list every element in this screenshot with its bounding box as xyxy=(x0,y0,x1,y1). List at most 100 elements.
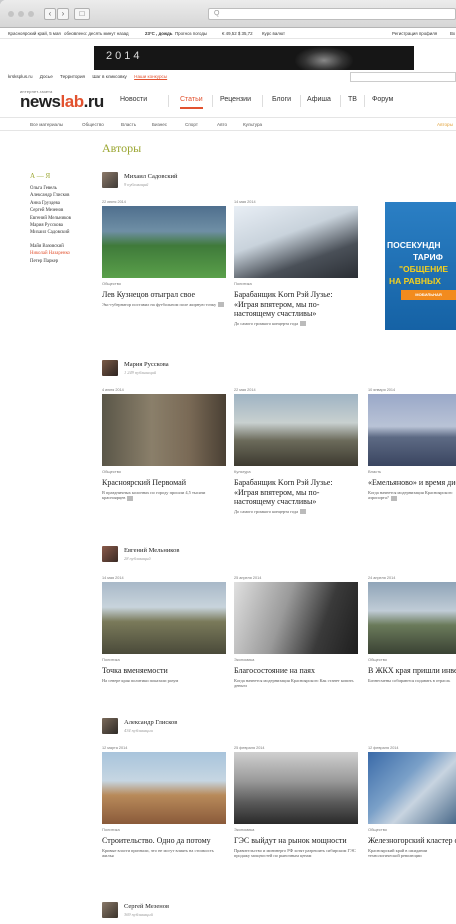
subnav-authors[interactable]: Авторы xyxy=(437,122,453,127)
author-name[interactable]: Сергей Мезенов xyxy=(124,903,169,910)
toplink[interactable]: krsksplus.ru xyxy=(8,74,33,79)
avatar[interactable] xyxy=(102,546,118,562)
comment-icon[interactable] xyxy=(300,320,307,326)
close-window-icon[interactable] xyxy=(8,11,14,17)
article-card[interactable]: 10 января 2014 Власть «Емельяново» и вре… xyxy=(368,388,456,501)
article-card[interactable]: 12 марта 2014 Политика Строительство. Од… xyxy=(102,746,226,859)
avatar[interactable] xyxy=(102,902,118,918)
article-image[interactable] xyxy=(234,582,358,654)
article-category[interactable]: Общество xyxy=(102,281,226,286)
article-title[interactable]: Железногорский кластер обретает конкретн… xyxy=(368,836,456,846)
sidebar-author-link[interactable]: Майя Вазовский xyxy=(30,243,71,250)
article-category[interactable]: Власть xyxy=(368,469,456,474)
sidebar-author-link[interactable]: Петер Паркер xyxy=(30,258,71,265)
sidebar-author-link-active[interactable]: Николай Назаренко xyxy=(30,250,71,257)
author-name[interactable]: Мария Русскова xyxy=(124,361,169,368)
nav-news[interactable]: Новости xyxy=(120,96,147,103)
register-link[interactable]: Регистрация профиля xyxy=(392,29,437,38)
article-card[interactable]: 12 февраля 2014 Общество Железногорский … xyxy=(368,746,456,859)
article-image[interactable] xyxy=(234,206,358,278)
article-card[interactable]: 14 мая 2014 Политика Точка вменяемости Н… xyxy=(102,576,226,683)
article-image[interactable] xyxy=(102,752,226,824)
sidebar-author-link[interactable]: Сергей Мезенов xyxy=(30,207,71,214)
top-banner[interactable]: 2014 xyxy=(94,46,414,70)
nav-blogs[interactable]: Блоги xyxy=(272,96,291,103)
minimize-window-icon[interactable] xyxy=(18,11,24,17)
author-name[interactable]: Михаил Садовский xyxy=(124,173,177,180)
sidebar-author-link[interactable]: Ольга Гевель xyxy=(30,185,71,192)
article-title[interactable]: Строительство. Одно да потому xyxy=(102,836,226,846)
ad-banner[interactable]: ПОСЕКУНДН ТАРИФ "ОБЩЕНИЕ НА РАВНЫХ МОБИЛ… xyxy=(385,202,456,330)
article-title[interactable]: В ЖКХ края пришли инвесторы xyxy=(368,666,456,676)
toplink[interactable]: Досье xyxy=(40,74,53,79)
sidebar-author-link[interactable]: Михаил Садовский xyxy=(30,229,71,236)
nav-reviews[interactable]: Рецензии xyxy=(220,96,251,103)
comment-icon[interactable] xyxy=(218,301,225,307)
article-title[interactable]: Лев Кузнецов отыграл свое xyxy=(102,290,226,300)
subnav-all[interactable]: Все материалы xyxy=(30,122,63,127)
comment-icon[interactable] xyxy=(390,495,397,501)
article-image[interactable] xyxy=(102,394,226,466)
currency-link[interactable]: Курс валют xyxy=(262,29,285,38)
toplink[interactable]: Шаг в кликсовку xyxy=(92,74,127,79)
avatar[interactable] xyxy=(102,718,118,734)
article-title[interactable]: ГЭС выйдут на рынок мощности xyxy=(234,836,358,846)
article-category[interactable]: Культура xyxy=(234,469,358,474)
nav-tv[interactable]: ТВ xyxy=(348,96,357,103)
article-category[interactable]: Политика xyxy=(102,657,226,662)
subnav-society[interactable]: Общество xyxy=(82,122,104,127)
article-card[interactable]: 25 апреля 2014 Экономика Благосостояние … xyxy=(234,576,358,689)
subnav-sport[interactable]: Спорт xyxy=(185,122,198,127)
article-category[interactable]: Экономика xyxy=(234,827,358,832)
article-card[interactable]: 14 мая 2014 Политика Барабанщик Korn Рэй… xyxy=(234,200,358,326)
subnav-culture[interactable]: Культура xyxy=(243,122,262,127)
sidebar-toggle-icon[interactable]: □ xyxy=(74,8,90,20)
comment-icon[interactable] xyxy=(127,495,134,501)
sidebar-author-link[interactable]: Евгений Мельников xyxy=(30,215,71,222)
article-image[interactable] xyxy=(368,752,456,824)
sidebar-author-link[interactable]: Анна Груздева xyxy=(30,200,71,207)
comment-icon[interactable] xyxy=(300,508,307,514)
article-category[interactable]: Общество xyxy=(368,827,456,832)
forward-icon[interactable]: › xyxy=(57,8,69,20)
nav-afisha[interactable]: Афиша xyxy=(307,96,331,103)
avatar[interactable] xyxy=(102,172,118,188)
article-title[interactable]: «Емельяново» и время дискуссий xyxy=(368,478,456,488)
article-image[interactable] xyxy=(368,582,456,654)
article-card[interactable]: 25 февраля 2014 Экономика ГЭС выйдут на … xyxy=(234,746,358,859)
article-image[interactable] xyxy=(102,582,226,654)
article-image[interactable] xyxy=(234,394,358,466)
back-icon[interactable]: ‹ xyxy=(44,8,56,20)
article-card[interactable]: 22 июня 2014 Общество Лев Кузнецов отыгр… xyxy=(102,200,226,307)
site-logo[interactable]: интернет-газета newslab.ru xyxy=(20,90,104,110)
weather-link[interactable]: Прогноз погоды xyxy=(175,29,207,38)
subnav-power[interactable]: Власть xyxy=(121,122,136,127)
article-title[interactable]: Барабанщик Korn Рэй Лузье: «Играя впятер… xyxy=(234,478,358,507)
sidebar-author-link[interactable]: Мария Русскова xyxy=(30,222,71,229)
author-name[interactable]: Александр Глисков xyxy=(124,719,177,726)
article-category[interactable]: Политика xyxy=(234,281,358,286)
login-link[interactable]: Вх xyxy=(450,29,455,38)
subnav-business[interactable]: Бизнес xyxy=(152,122,167,127)
article-title[interactable]: Точка вменяемости xyxy=(102,666,226,676)
article-card[interactable]: 22 мая 2014 Культура Барабанщик Korn Рэй… xyxy=(234,388,358,514)
article-title[interactable]: Благосостояние на паях xyxy=(234,666,358,676)
article-category[interactable]: Общество xyxy=(102,469,226,474)
article-image[interactable] xyxy=(234,752,358,824)
article-image[interactable] xyxy=(102,206,226,278)
article-category[interactable]: Общество xyxy=(368,657,456,662)
toplink-contests[interactable]: Наши конкурсы xyxy=(134,74,167,79)
article-title[interactable]: Красноярский Первомай xyxy=(102,478,226,488)
nav-forum[interactable]: Форум xyxy=(372,96,393,103)
address-bar[interactable]: Q xyxy=(208,8,456,20)
avatar[interactable] xyxy=(102,360,118,376)
article-card[interactable]: 4 июня 2014 Общество Красноярский Первом… xyxy=(102,388,226,501)
zoom-window-icon[interactable] xyxy=(28,11,34,17)
article-card[interactable]: 24 апреля 2014 Общество В ЖКХ края пришл… xyxy=(368,576,456,683)
ad-button[interactable]: МОБИЛЬНАЯ xyxy=(401,290,456,300)
article-title[interactable]: Барабанщик Korn Рэй Лузье: «Играя впятер… xyxy=(234,290,358,319)
toplink[interactable]: Территория xyxy=(60,74,85,79)
article-image[interactable] xyxy=(368,394,456,466)
subnav-auto[interactable]: Авто xyxy=(217,122,227,127)
article-category[interactable]: Экономика xyxy=(234,657,358,662)
